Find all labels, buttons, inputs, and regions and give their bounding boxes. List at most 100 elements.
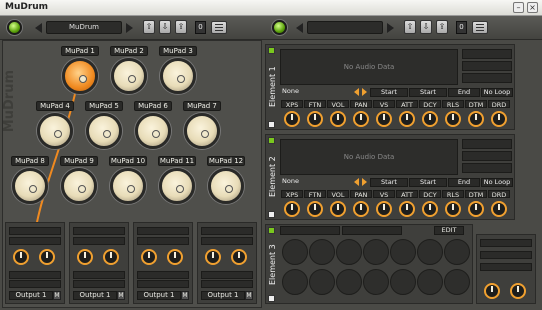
start-b[interactable]: Start [409,88,447,97]
pad-button[interactable] [12,168,48,204]
slot[interactable] [137,271,189,279]
slot[interactable] [73,271,125,279]
load-icon[interactable]: ⇧ [143,20,155,34]
slot[interactable] [462,163,512,173]
pan-knob[interactable] [353,201,369,217]
element-enable-button[interactable] [268,227,275,234]
slot[interactable] [137,237,189,245]
prev-preset-right-arrow-icon[interactable] [296,23,303,33]
vs-knob[interactable] [376,201,392,217]
output-knob[interactable] [141,249,157,265]
end[interactable]: End [448,88,480,97]
mute-button[interactable]: M [245,291,253,300]
step-cell[interactable] [336,269,362,295]
rls-knob[interactable] [445,201,461,217]
drd-knob[interactable] [491,111,507,127]
mupad-11[interactable]: MuPad 11 [152,156,202,206]
slot[interactable] [480,251,532,259]
xps-knob[interactable] [284,201,300,217]
menu-right-icon[interactable] [472,21,488,34]
slot[interactable] [462,151,512,161]
pad-button[interactable] [61,168,97,204]
pad-button[interactable] [160,58,196,94]
step-cell[interactable] [363,239,389,265]
element-select-button[interactable] [268,211,275,218]
preset-name-right[interactable] [307,21,383,34]
slot[interactable] [480,239,532,247]
mute-button[interactable]: M [117,291,125,300]
start-a[interactable]: Start [370,178,408,187]
slot[interactable] [9,237,61,245]
xps-knob[interactable] [284,111,300,127]
vol-knob[interactable] [330,201,346,217]
pad-button[interactable] [37,113,73,149]
output-knob[interactable] [39,249,55,265]
slot[interactable] [73,227,125,235]
mode-select[interactable]: None [280,88,352,97]
channel-left[interactable]: 0 [195,21,206,34]
att-knob[interactable] [399,111,415,127]
mute-button[interactable]: M [53,291,61,300]
slot[interactable] [9,271,61,279]
pad-button[interactable] [159,168,195,204]
output-knob[interactable] [77,249,93,265]
step-cell[interactable] [363,269,389,295]
mupad-8[interactable]: MuPad 8 [5,156,55,206]
output-knob[interactable] [167,249,183,265]
att-knob[interactable] [399,201,415,217]
master-knob[interactable] [510,283,526,299]
slot[interactable] [73,237,125,245]
step-cell[interactable] [309,269,335,295]
waveform-display[interactable]: No Audio Data [280,139,458,175]
loop-mode[interactable]: No Loop [481,178,513,187]
step-cell[interactable] [282,269,308,295]
step-cell[interactable] [336,239,362,265]
output-knob[interactable] [103,249,119,265]
slot[interactable] [9,280,61,288]
export-icon[interactable]: ⇪ [175,20,187,34]
mupad-6[interactable]: MuPad 6 [128,101,178,151]
edit-button[interactable]: EDIT [434,226,464,235]
output-knob[interactable] [231,249,247,265]
mupad-10[interactable]: MuPad 10 [103,156,153,206]
export-right-icon[interactable]: ⇪ [436,20,448,34]
dcy-knob[interactable] [422,201,438,217]
mode-select[interactable]: None [280,178,352,187]
mupad-5[interactable]: MuPad 5 [79,101,129,151]
slot[interactable] [342,226,402,235]
loop-mode[interactable]: No Loop [481,88,513,97]
next-preset-right-arrow-icon[interactable] [387,23,394,33]
slot[interactable] [280,226,340,235]
step-cell[interactable] [444,239,470,265]
rls-knob[interactable] [445,111,461,127]
pad-button[interactable] [86,113,122,149]
element-enable-button[interactable] [268,137,275,144]
pad-button[interactable] [184,113,220,149]
step-cell[interactable] [390,239,416,265]
slot[interactable] [9,227,61,235]
step-cell[interactable] [417,269,443,295]
ftn-knob[interactable] [307,201,323,217]
vs-knob[interactable] [376,111,392,127]
dcy-knob[interactable] [422,111,438,127]
master-knob[interactable] [484,283,500,299]
slot[interactable] [201,271,253,279]
mupad-2[interactable]: MuPad 2 [104,46,154,96]
mupad-12[interactable]: MuPad 12 [201,156,251,206]
next-arrow-icon[interactable] [362,88,367,96]
element-enable-button[interactable] [268,47,275,54]
slot[interactable] [137,280,189,288]
next-arrow-icon[interactable] [362,178,367,186]
output-select[interactable]: Output 1 [9,291,53,300]
load-right-icon[interactable]: ⇧ [404,20,416,34]
prev-arrow-icon[interactable] [354,88,359,96]
drd-knob[interactable] [491,201,507,217]
slot[interactable] [201,280,253,288]
element-select-button[interactable] [268,121,275,128]
start-b[interactable]: Start [409,178,447,187]
slot[interactable] [462,61,512,71]
save-right-icon[interactable]: ⇩ [420,20,432,34]
step-cell[interactable] [417,239,443,265]
slot[interactable] [462,73,512,83]
minimize-button[interactable]: – [513,2,524,13]
